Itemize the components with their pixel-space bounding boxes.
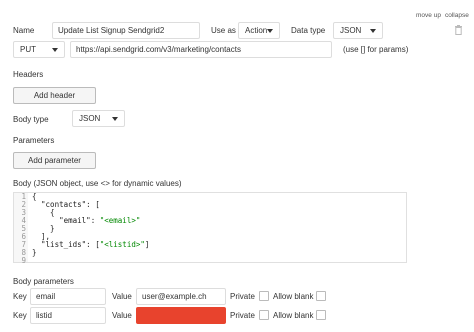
add-header-button[interactable]: Add header bbox=[13, 87, 96, 104]
use-as-select[interactable]: Action bbox=[238, 22, 280, 39]
chevron-down-icon bbox=[370, 29, 376, 33]
allow-blank-label: Allow blank bbox=[273, 292, 314, 301]
param-value-label: Value bbox=[112, 292, 132, 301]
data-type-select[interactable]: JSON bbox=[333, 22, 383, 39]
collapse-link[interactable]: collapse bbox=[445, 11, 469, 21]
method-value: PUT bbox=[20, 45, 36, 54]
body-type-label: Body type bbox=[13, 115, 49, 124]
param-value-label: Value bbox=[112, 311, 132, 320]
body-title: Body (JSON object, use <> for dynamic va… bbox=[13, 179, 182, 188]
name-label: Name bbox=[13, 26, 35, 35]
param-value-input[interactable]: user@example.ch bbox=[136, 288, 226, 305]
data-type-label: Data type bbox=[291, 26, 326, 35]
code-lines: { "contacts": [ { "email": "<email>" } ]… bbox=[32, 193, 149, 265]
param-value-input-redacted[interactable] bbox=[136, 307, 226, 324]
parameters-title: Parameters bbox=[13, 136, 55, 145]
use-as-value: Action bbox=[245, 26, 268, 35]
chevron-down-icon bbox=[267, 29, 273, 33]
line-number-gutter: 1 2 3 4 5 6 7 8 9 bbox=[14, 193, 28, 265]
data-type-value: JSON bbox=[340, 26, 362, 35]
body-type-value: JSON bbox=[79, 114, 101, 123]
code-line: "list_ids": ["<listid>"] bbox=[32, 240, 150, 249]
method-select[interactable]: PUT bbox=[13, 41, 65, 58]
name-input[interactable]: Update List Signup Sendgrid2 bbox=[52, 22, 200, 39]
param-key-input[interactable]: listid bbox=[30, 307, 106, 324]
url-input[interactable]: https://api.sendgrid.com/v3/marketing/co… bbox=[70, 41, 332, 58]
add-parameter-button[interactable]: Add parameter bbox=[13, 152, 96, 169]
allow-blank-checkbox[interactable] bbox=[316, 291, 326, 301]
param-key-label: Key bbox=[13, 311, 27, 320]
param-key-input[interactable]: email bbox=[30, 288, 106, 305]
allow-blank-label: Allow blank bbox=[273, 311, 314, 320]
private-label: Private bbox=[230, 292, 255, 301]
private-label: Private bbox=[230, 311, 255, 320]
body-parameters-title: Body parameters bbox=[13, 277, 74, 286]
body-code-editor[interactable]: 1 2 3 4 5 6 7 8 9 { "contacts": [ { "ema… bbox=[13, 192, 407, 265]
headers-title: Headers bbox=[13, 70, 44, 79]
line-number: 9 bbox=[21, 256, 26, 265]
trash-icon[interactable] bbox=[454, 25, 463, 35]
chevron-down-icon bbox=[52, 48, 58, 52]
move-up-link[interactable]: move up bbox=[416, 11, 441, 21]
param-key-label: Key bbox=[13, 292, 27, 301]
url-hint: (use [] for params) bbox=[343, 45, 409, 54]
private-checkbox[interactable] bbox=[259, 310, 269, 320]
allow-blank-checkbox[interactable] bbox=[316, 310, 326, 320]
use-as-label: Use as bbox=[211, 26, 236, 35]
chevron-down-icon bbox=[112, 117, 118, 121]
body-type-select[interactable]: JSON bbox=[72, 110, 125, 127]
private-checkbox[interactable] bbox=[259, 291, 269, 301]
code-line: } bbox=[32, 248, 37, 257]
